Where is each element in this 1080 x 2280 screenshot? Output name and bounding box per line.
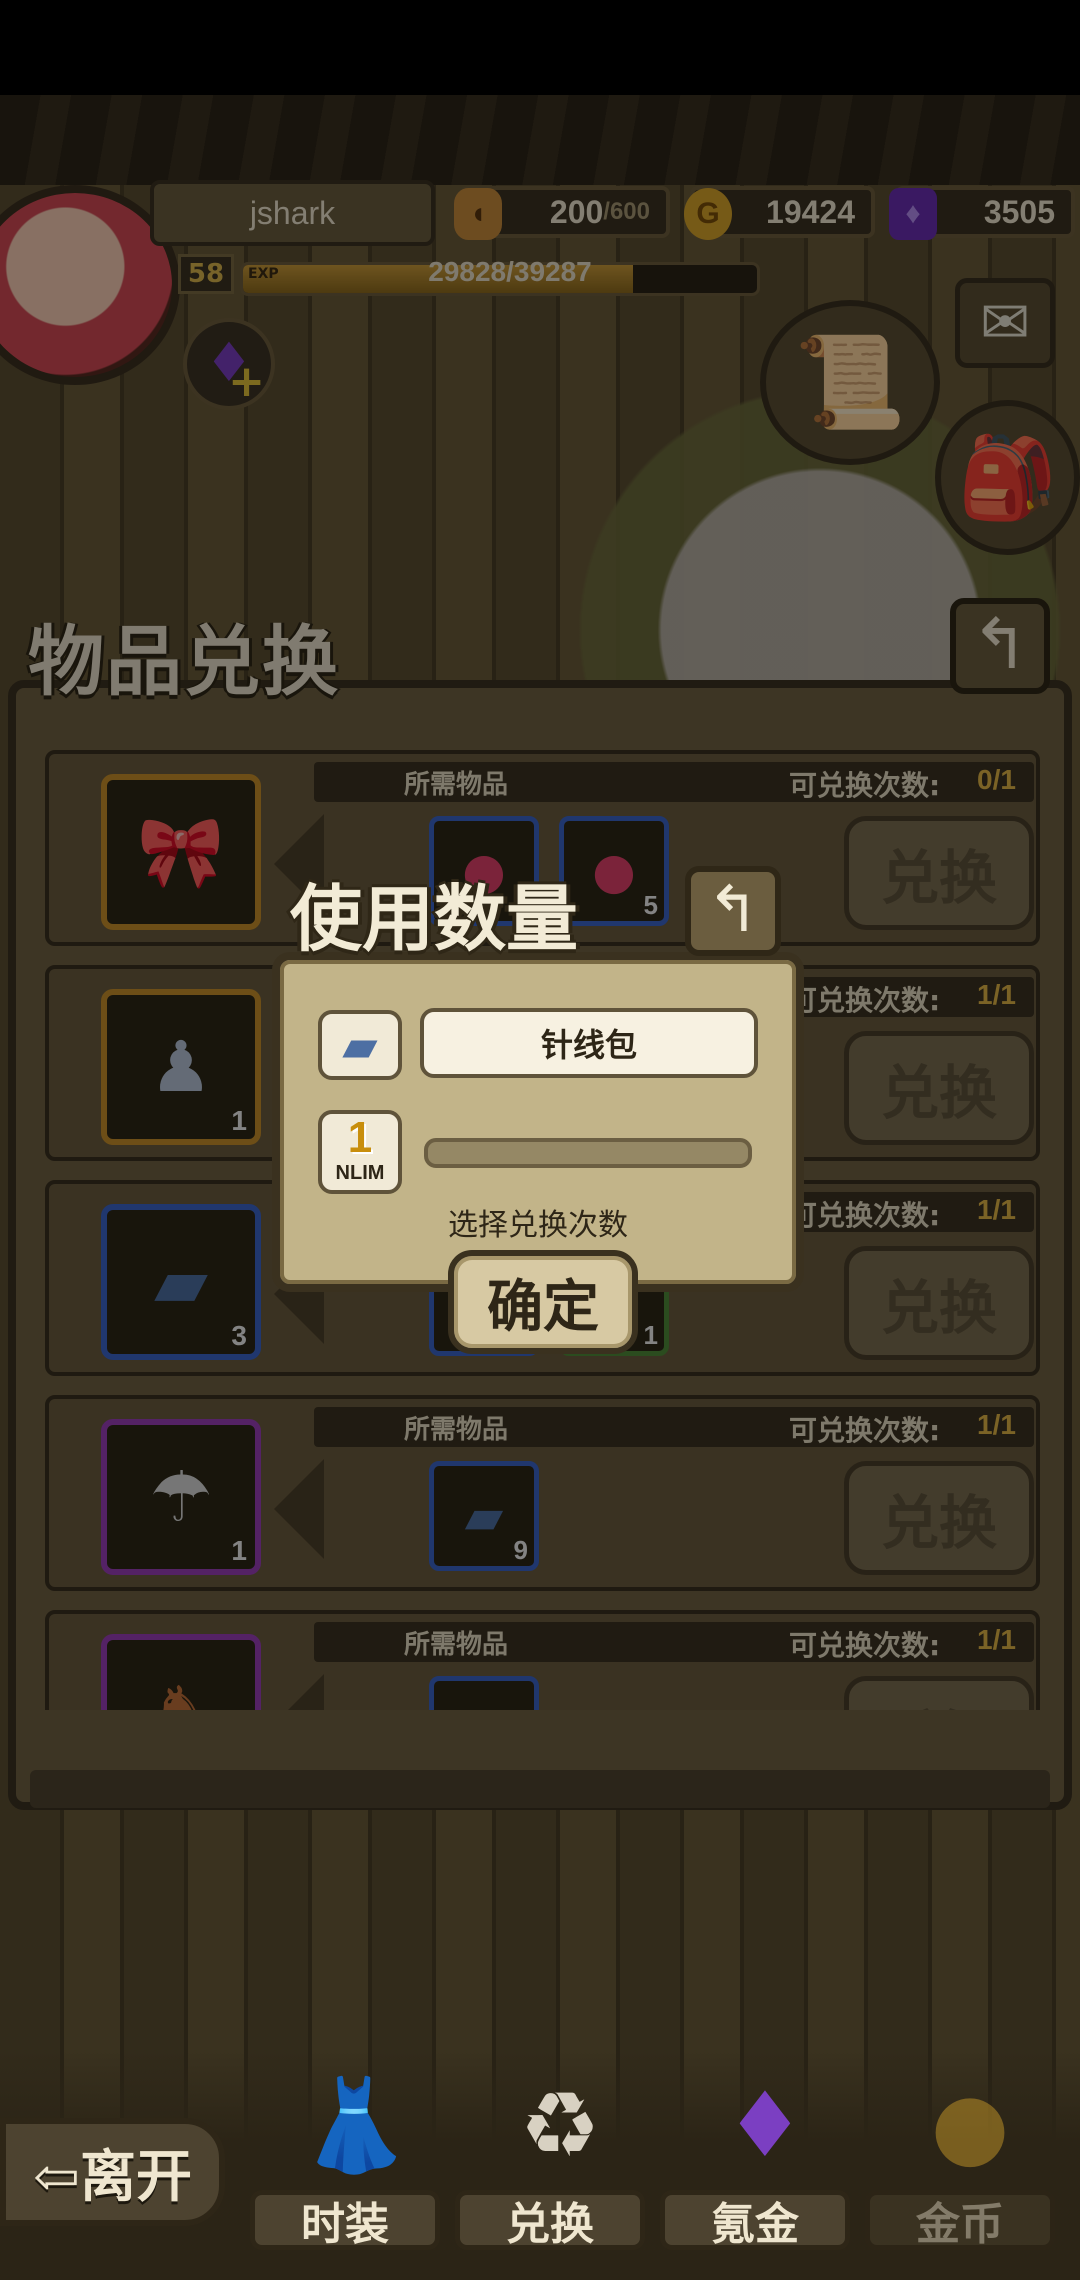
quantity-slider[interactable] (424, 1138, 752, 1168)
tab-label: 时装 (250, 2190, 440, 2250)
tab-gems[interactable]: ♦ 氪金 (660, 2060, 860, 2260)
quantity-value: 1 (347, 1113, 373, 1162)
tab-coins[interactable]: ● 金币 (865, 2060, 1065, 2260)
quantity-tag: NLIM (335, 1162, 385, 1184)
status-bar (0, 0, 1080, 95)
tab-label: 氪金 (660, 2190, 850, 2250)
tab-label: 兑换 (455, 2190, 645, 2250)
coin-bag-icon: ● (930, 2072, 1010, 2178)
tab-fashion[interactable]: 👗 时装 (250, 2060, 450, 2260)
confirm-button[interactable]: 确定 (448, 1250, 638, 1354)
dialog-back-button[interactable]: ↰ (685, 866, 781, 956)
leave-button[interactable]: ⇦离开 (0, 2118, 225, 2226)
quantity-box: 1 NLIM (318, 1110, 402, 1194)
game-screen: jshark 58 EXP 29828/39287 ♦ + ◖ 200/600 G… (0, 0, 1080, 2280)
item-name: 针线包 (420, 1008, 758, 1078)
gem-bag-icon: ♦ (724, 2072, 806, 2178)
dress-icon: 👗 (298, 2072, 412, 2178)
exchange-bag-icon: ♻ (519, 2072, 601, 2178)
sewing-kit-icon: ▰ (318, 1010, 402, 1080)
dialog-hint: 选择兑换次数 (448, 1208, 628, 1243)
dialog-title: 使用数量 (290, 876, 579, 961)
tab-exchange[interactable]: ♻ 兑换 (455, 2060, 655, 2260)
tab-label: 金币 (865, 2190, 1055, 2250)
